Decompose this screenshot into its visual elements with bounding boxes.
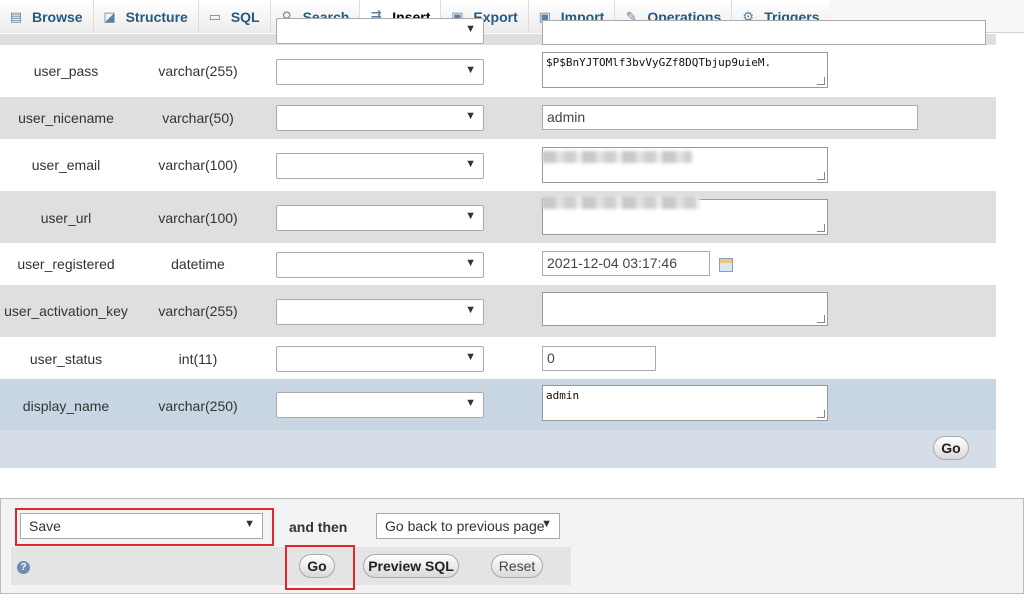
calendar-icon[interactable] [719, 258, 733, 272]
function-select[interactable]: ▼ [276, 392, 484, 418]
chevron-down-icon: ▼ [465, 397, 476, 409]
column-name: display_name [22, 398, 110, 414]
value-input[interactable] [542, 20, 986, 45]
reset-button[interactable]: Reset [491, 554, 543, 578]
redacted-value [542, 151, 692, 163]
submit-fieldset: Save ▼ and then Go back to previous page ▼… [0, 498, 1024, 594]
value-textarea[interactable]: admin [542, 385, 828, 421]
column-name: user_email [31, 157, 101, 173]
function-select[interactable]: ▼ [276, 205, 484, 231]
function-select[interactable]: ▼ [276, 299, 484, 325]
column-name: user_status [29, 351, 103, 367]
chevron-down-icon: ▼ [465, 64, 476, 76]
table-row: user_registered datetime ▼ 2021-12-04 03… [0, 243, 996, 285]
tab-structure[interactable]: ◪ Structure [93, 0, 199, 33]
sql-icon: ▭ [208, 8, 221, 24]
datetime-input[interactable]: 2021-12-04 03:17:46 [542, 251, 710, 276]
table-row: ▼ [0, 18, 996, 45]
after-insert-select[interactable]: Go back to previous page ▼ [376, 513, 560, 539]
form-footer: Go [0, 430, 996, 468]
chevron-down-icon: ▼ [541, 518, 552, 530]
chevron-down-icon: ▼ [465, 304, 476, 316]
column-name: user_activation_key [4, 303, 128, 319]
preview-sql-button[interactable]: Preview SQL [363, 554, 459, 578]
table-row: display_name varchar(250) ▼ admin [0, 379, 996, 432]
chevron-down-icon: ▼ [465, 351, 476, 363]
tab-sql[interactable]: ▭ SQL [198, 0, 271, 33]
redacted-value [542, 197, 700, 209]
column-name: user_pass [33, 63, 99, 79]
value-input[interactable]: 0 [542, 346, 656, 371]
value-textarea[interactable] [542, 292, 828, 326]
table-row: user_url varchar(100) ▼ [0, 191, 996, 243]
function-select[interactable]: ▼ [276, 252, 484, 278]
tab-label: SQL [230, 8, 260, 25]
table-row: user_status int(11) ▼ 0 [0, 337, 996, 379]
chevron-down-icon: ▼ [465, 257, 476, 269]
table-row: user_activation_key varchar(255) ▼ [0, 285, 996, 337]
value-input[interactable]: admin [542, 105, 918, 130]
column-type: varchar(100) [158, 210, 238, 226]
column-name: user_registered [17, 256, 115, 272]
help-icon[interactable]: ? [17, 561, 30, 574]
table-row: user_email varchar(100) ▼ [0, 139, 996, 191]
column-type: varchar(250) [158, 398, 238, 414]
function-select[interactable]: ▼ [276, 153, 484, 179]
column-type: datetime [171, 256, 225, 272]
function-select[interactable]: ▼ [276, 59, 484, 85]
chevron-down-icon: ▼ [465, 158, 476, 170]
column-name: user_url [40, 210, 92, 226]
highlight-box [285, 545, 355, 590]
function-select[interactable]: ▼ [276, 18, 484, 44]
tab-label: Browse [32, 8, 83, 25]
after-insert-value: Go back to previous page [385, 518, 545, 534]
highlight-box [15, 508, 274, 546]
tab-label: Structure [125, 8, 188, 25]
column-type: varchar(100) [158, 157, 238, 173]
and-then-label: and then [289, 519, 348, 535]
chevron-down-icon: ▼ [465, 110, 476, 122]
column-type: varchar(50) [162, 110, 234, 126]
function-select[interactable]: ▼ [276, 105, 484, 131]
insert-form: ▼ user_pass varchar(255) ▼ $P$BnYJTOMlf3… [0, 18, 996, 432]
go-button[interactable]: Go [933, 436, 969, 460]
value-textarea[interactable]: $P$BnYJTOMlf3bvVyGZf8DQTbjup9uieM. [542, 52, 828, 88]
column-type: int(11) [178, 351, 218, 367]
browse-icon: ▤ [9, 8, 23, 24]
chevron-down-icon: ▼ [465, 210, 476, 222]
column-name: user_nicename [18, 110, 114, 126]
column-type: varchar(255) [158, 303, 238, 319]
table-row: user_nicename varchar(50) ▼ admin [0, 97, 996, 139]
tab-browse[interactable]: ▤ Browse [0, 0, 94, 33]
column-type: varchar(255) [158, 63, 238, 79]
chevron-down-icon: ▼ [465, 23, 476, 35]
table-row: user_pass varchar(255) ▼ $P$BnYJTOMlf3bv… [0, 45, 996, 97]
function-select[interactable]: ▼ [276, 346, 484, 372]
structure-icon: ◪ [103, 8, 116, 24]
